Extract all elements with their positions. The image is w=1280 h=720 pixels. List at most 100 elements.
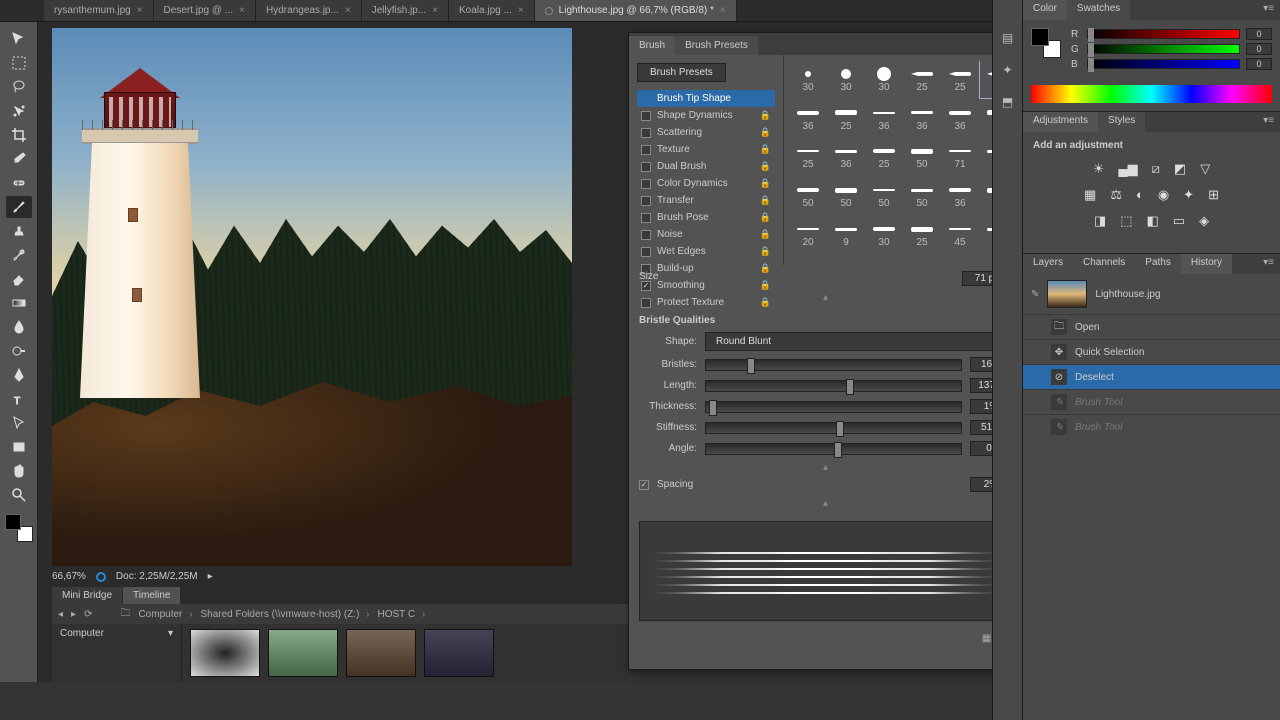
brush-option[interactable]: Transfer🔒 [637, 192, 775, 209]
lock-icon[interactable]: 🔒 [760, 297, 771, 308]
lock-icon[interactable]: 🔒 [760, 263, 771, 274]
lock-icon[interactable]: 🔒 [760, 229, 771, 240]
brush-presets-tab[interactable]: Brush Presets [675, 36, 758, 55]
levels-icon[interactable]: ▄▆ [1118, 161, 1137, 177]
thumbnail[interactable] [424, 629, 494, 677]
checkbox[interactable] [641, 247, 651, 257]
lock-icon[interactable]: 🔒 [760, 110, 771, 121]
brush-preset[interactable]: 36 [828, 139, 864, 176]
brush-option[interactable]: Texture🔒 [637, 141, 775, 158]
posterize-icon[interactable]: ⬚ [1120, 213, 1132, 229]
b-slider[interactable] [1087, 59, 1240, 69]
g-slider[interactable] [1087, 44, 1240, 54]
brush-preset[interactable]: 50 [828, 177, 864, 214]
brush-option[interactable]: Shape Dynamics🔒 [637, 107, 775, 124]
paths-tab[interactable]: Paths [1135, 254, 1181, 274]
pen-tool[interactable] [6, 364, 32, 386]
spacing-checkbox[interactable]: ✓ [639, 480, 649, 490]
checkbox[interactable] [641, 298, 651, 308]
brush-presets-button[interactable]: Brush Presets [637, 63, 726, 82]
quick-selection-tool[interactable] [6, 100, 32, 122]
slider[interactable] [705, 380, 962, 392]
eraser-tool[interactable] [6, 268, 32, 290]
document-tab[interactable]: rysanthemum.jpg× [44, 0, 154, 21]
brush-option[interactable]: Dual Brush🔒 [637, 158, 775, 175]
checkbox[interactable] [641, 145, 651, 155]
history-item[interactable]: 🗀Open [1023, 314, 1280, 339]
adjustments-tab[interactable]: Adjustments [1023, 112, 1098, 132]
brush-preset[interactable]: 45 [942, 216, 978, 253]
color-balance-icon[interactable]: ⚖ [1110, 187, 1122, 203]
brush-option[interactable]: Protect Texture🔒 [637, 294, 775, 311]
color-fgbg[interactable] [1031, 28, 1061, 58]
history-snapshot[interactable] [1047, 280, 1087, 308]
lock-icon[interactable]: 🔒 [760, 144, 771, 155]
g-value[interactable]: 0 [1246, 43, 1272, 55]
checkbox[interactable] [641, 111, 651, 121]
dodge-tool[interactable] [6, 340, 32, 362]
exposure-icon[interactable]: ◩ [1174, 161, 1186, 177]
brush-preset[interactable]: 30 [866, 216, 902, 253]
brush-preset[interactable]: 36 [790, 100, 826, 137]
curves-icon[interactable]: ⧄ [1152, 161, 1160, 177]
hue-icon[interactable]: ▦ [1084, 187, 1096, 203]
checkbox[interactable] [641, 128, 651, 138]
swatches-tab[interactable]: Swatches [1067, 0, 1130, 20]
blur-tool[interactable] [6, 316, 32, 338]
brush-option[interactable]: Noise🔒 [637, 226, 775, 243]
lock-icon[interactable]: 🔒 [760, 280, 771, 291]
foreground-background-color[interactable] [5, 514, 33, 542]
brush-preset[interactable]: 25 [790, 139, 826, 176]
brush-preset[interactable]: 9 [828, 216, 864, 253]
thumbnail[interactable] [268, 629, 338, 677]
zoom-tool[interactable] [6, 484, 32, 506]
eyedropper-tool[interactable] [6, 148, 32, 170]
healing-brush-tool[interactable] [6, 172, 32, 194]
brush-preset[interactable]: 25 [904, 216, 940, 253]
brush-preset[interactable]: 36 [904, 100, 940, 137]
brightness-icon[interactable]: ☀ [1093, 161, 1105, 177]
brush-preset[interactable]: 25 [866, 139, 902, 176]
color-lookup-icon[interactable]: ⊞ [1208, 187, 1219, 203]
move-tool[interactable] [6, 28, 32, 50]
slider[interactable] [705, 359, 962, 371]
brush-tab[interactable]: Brush [629, 36, 675, 55]
vibrance-icon[interactable]: ▽ [1200, 161, 1210, 177]
lock-icon[interactable]: 🔒 [760, 246, 771, 257]
checkbox[interactable] [641, 213, 651, 223]
canvas[interactable] [52, 28, 572, 566]
chevron-right-icon[interactable]: ▸ [208, 571, 213, 582]
document-tab[interactable]: Koala.jpg ...× [449, 0, 535, 21]
channels-tab[interactable]: Channels [1073, 254, 1135, 274]
history-item[interactable]: ✎Brush Tool [1023, 414, 1280, 439]
marquee-tool[interactable] [6, 52, 32, 74]
document-tab[interactable]: Desert.jpg @ ...× [154, 0, 256, 21]
zoom-level[interactable]: 66,67% [52, 571, 86, 582]
brush-preset[interactable]: 36 [866, 100, 902, 137]
document-tab[interactable]: Lighthouse.jpg @ 66,7% (RGB/8) *× [535, 0, 737, 21]
boomerang-icon[interactable]: ⟳ [84, 609, 92, 620]
brush-option[interactable]: Scattering🔒 [637, 124, 775, 141]
threshold-icon[interactable]: ◧ [1147, 213, 1159, 229]
navigator-icon[interactable]: ✦ [998, 60, 1018, 80]
lock-icon[interactable]: 🔒 [760, 212, 771, 223]
clone-stamp-tool[interactable] [6, 220, 32, 242]
close-icon[interactable]: × [720, 5, 726, 16]
brush-preset[interactable]: 30 [828, 61, 864, 98]
breadcrumb[interactable]: Shared Folders (\\vmware-host) (Z:) [200, 609, 369, 620]
rectangle-tool[interactable] [6, 436, 32, 458]
panel-menu-icon[interactable]: ▾≡ [1257, 112, 1280, 132]
close-icon[interactable]: × [345, 5, 351, 16]
history-brush-source-icon[interactable]: ✎ [1031, 289, 1039, 300]
brush-preset[interactable]: 50 [866, 177, 902, 214]
brush-preset[interactable]: 50 [790, 177, 826, 214]
checkbox[interactable] [641, 162, 651, 172]
slider[interactable] [705, 422, 962, 434]
mini-bridge-tab[interactable]: Mini Bridge [52, 587, 122, 604]
brush-preset[interactable]: 20 [790, 216, 826, 253]
checkbox[interactable] [641, 230, 651, 240]
bw-icon[interactable]: ◐ [1136, 187, 1144, 203]
timeline-tab[interactable]: Timeline [123, 587, 180, 604]
histogram-icon[interactable]: ▤ [998, 28, 1018, 48]
brush-preset[interactable]: 71 [942, 139, 978, 176]
